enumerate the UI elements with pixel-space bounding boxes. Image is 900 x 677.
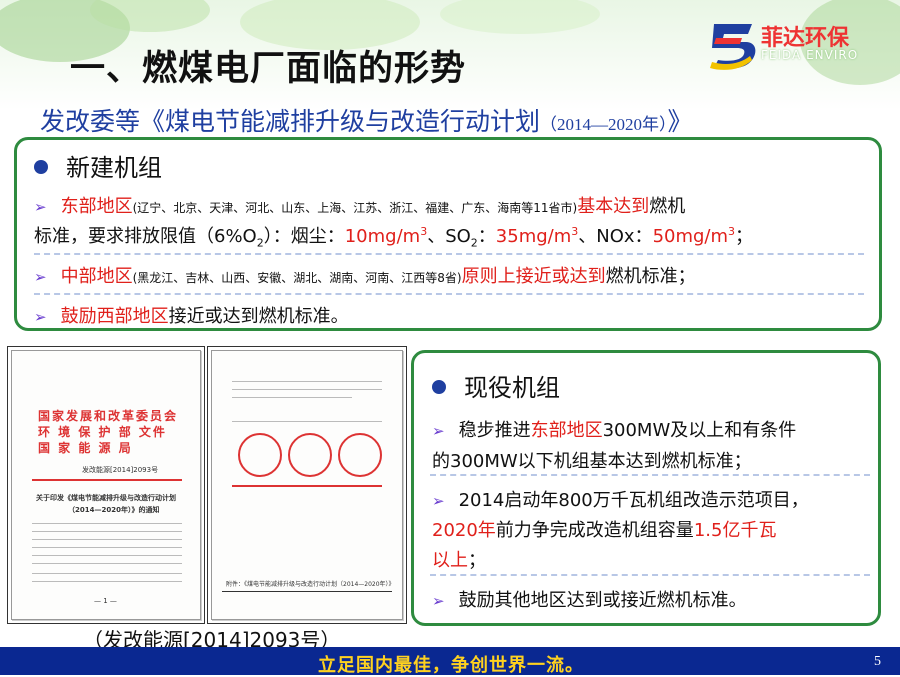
east-basic: 基本达到 (577, 196, 650, 217)
so2-label: 、SO (427, 226, 471, 247)
item1-b: 300MW及以上和有条件 (602, 420, 797, 441)
bullet-icon (34, 160, 48, 174)
so2-colon: ： (477, 226, 496, 247)
line-end: ； (735, 226, 754, 247)
divider (34, 293, 864, 295)
doc-text-line (32, 573, 182, 574)
item2-above: 以上 (432, 550, 468, 571)
existing-item1-line2: 的300MW以下机组基本达到燃机标准； (432, 451, 752, 472)
item2-year: 2020年 (432, 520, 496, 541)
east-text1: 燃机 (649, 196, 686, 217)
item2-capacity: 1.5亿千瓦 (693, 520, 777, 541)
plan-subtitle: 发改委等《煤电节能减排升级与改造行动计划（2014—2020年）》 (40, 102, 693, 138)
item1-red: 东部地区 (530, 420, 603, 441)
divider (430, 474, 870, 476)
page-number: 5 (874, 654, 881, 669)
new-units-heading-text: 新建机组 (66, 154, 162, 182)
item1-a: 稳步推进 (458, 420, 531, 441)
east-text3: ）：烟尘： (263, 226, 345, 247)
nox-label: 、NOx： (578, 226, 653, 247)
nox-limit: 50mg/m (652, 226, 729, 247)
footer-slogan: 立足国内最佳，争创世界一流。 (318, 655, 584, 676)
existing-units-heading: 现役机组 (432, 368, 560, 403)
doc-text-line (232, 381, 382, 382)
arrow-bullet-icon: ➢ (34, 308, 47, 326)
seal-icon (238, 433, 282, 477)
page-title: 一、燃煤电厂面临的形势 (70, 49, 467, 89)
bullet-icon (432, 380, 446, 394)
existing-item2-line1: ➢ 2014启动年800万千瓦机组改造示范项目， (432, 486, 809, 512)
divider (430, 574, 870, 576)
east-region-line: ➢ 东部地区(辽宁、北京、天津、河北、山东、上海、江苏、浙江、福建、广东、海南等1… (34, 192, 685, 218)
doc-red-rule (32, 479, 182, 481)
doc-number: 发改能源[2014]2093号 (82, 466, 159, 474)
seal-icon (338, 433, 382, 477)
west-region-line: ➢ 鼓励西部地区接近或达到燃机标准。 (34, 302, 349, 328)
existing-item3-line: ➢ 鼓励其他地区达到或接近燃机标准。 (432, 586, 747, 612)
doc-text-line (232, 389, 382, 390)
east-provinces: (辽宁、北京、天津、河北、山东、上海、江苏、浙江、福建、广东、海南等11省市) (132, 201, 578, 215)
arrow-bullet-icon: ➢ (432, 592, 445, 610)
arrow-bullet-icon: ➢ (432, 422, 445, 440)
new-units-heading: 新建机组 (34, 148, 162, 183)
dust-limit: 10mg/m (344, 226, 421, 247)
feida-logo-icon (710, 24, 756, 70)
doc-attachment: 附件：《煤电节能减排升级与改造行动计划（2014—2020年）》 (226, 581, 395, 588)
doc-org2: 环 境 保 护 部 文件 (38, 425, 167, 439)
central-principle: 原则上接近或达到 (461, 266, 606, 287)
existing-item2-line2: 2020年前力争完成改造机组容量1.5亿千瓦 (432, 516, 776, 542)
doc-text-line (32, 547, 182, 548)
east-limit-line: 标准，要求排放限值（6%O2）：烟尘：10mg/m3、SO2：35mg/m3、N… (34, 222, 753, 250)
doc-text-line (32, 581, 182, 582)
subtitle-close: 》 (667, 107, 693, 136)
o2-subscript: 2 (256, 236, 264, 250)
doc-text-line (232, 397, 352, 398)
west-text: 接近或达到燃机标准。 (168, 306, 349, 327)
central-region-line: ➢ 中部地区(黑龙江、吉林、山西、安徽、湖北、湖南、河南、江西等8省)原则上接近或… (34, 262, 696, 288)
existing-item1-line1: ➢ 稳步推进东部地区300MW及以上和有条件 (432, 416, 796, 442)
central-provinces: (黑龙江、吉林、山西、安徽、湖北、湖南、河南、江西等8省) (132, 271, 462, 285)
doc-org1: 国家发展和改革委员会 (38, 409, 179, 423)
subtitle-main: 发改委等《煤电节能减排升级与改造行动计划 (40, 107, 541, 136)
seal-icon (288, 433, 332, 477)
divider (34, 253, 864, 255)
west-label: 鼓励西部地区 (60, 306, 169, 327)
logo-english-text: FEIDA ENVIRO (761, 48, 859, 62)
doc-notice: 关于印发《煤电节能减排升级与改造行动计划 (36, 494, 176, 502)
doc-notice2: （2014—2020年）》的通知 (68, 506, 160, 514)
so2-subscript: 2 (470, 236, 478, 250)
nox-unit-sup: 3 (728, 225, 736, 238)
item2-c: ； (468, 550, 486, 571)
east-label: 东部地区 (60, 196, 133, 217)
company-logo: 菲达环保 FEIDA ENVIRO (706, 18, 876, 74)
doc-text-line (32, 555, 182, 556)
central-label: 中部地区 (60, 266, 133, 287)
east-text2: 标准，要求排放限值（6%O (34, 226, 257, 247)
subtitle-years: （2014—2020年） (540, 115, 668, 134)
item2-a: 2014启动年800万千瓦机组改造示范项目， (458, 490, 809, 511)
doc-org3: 国 家 能 源 局 (38, 441, 133, 455)
item2-b: 前力争完成改造机组容量 (495, 520, 694, 541)
doc-page-mark: — 1 — (94, 597, 117, 605)
doc-red-rule (232, 485, 382, 487)
doc-text-line (32, 539, 182, 540)
document-page-image: 附件：《煤电节能减排升级与改造行动计划（2014—2020年）》 (211, 350, 403, 620)
doc-bottom-rule (222, 591, 392, 592)
arrow-bullet-icon: ➢ (432, 492, 445, 510)
doc-text-line (32, 563, 182, 564)
existing-item2-line3: 以上； (432, 546, 486, 572)
doc-text-line (32, 523, 182, 524)
doc-text-line (232, 421, 382, 422)
arrow-bullet-icon: ➢ (34, 268, 47, 286)
existing-units-heading-text: 现役机组 (464, 374, 560, 402)
doc-text-line (32, 531, 182, 532)
arrow-bullet-icon: ➢ (34, 198, 47, 216)
item3-text: 鼓励其他地区达到或接近燃机标准。 (458, 590, 747, 611)
document-cover-image: 国家发展和改革委员会 环 境 保 护 部 文件 国 家 能 源 局 发改能源[2… (11, 350, 201, 620)
so2-limit: 35mg/m (495, 226, 572, 247)
central-text: 燃机标准； (605, 266, 696, 287)
